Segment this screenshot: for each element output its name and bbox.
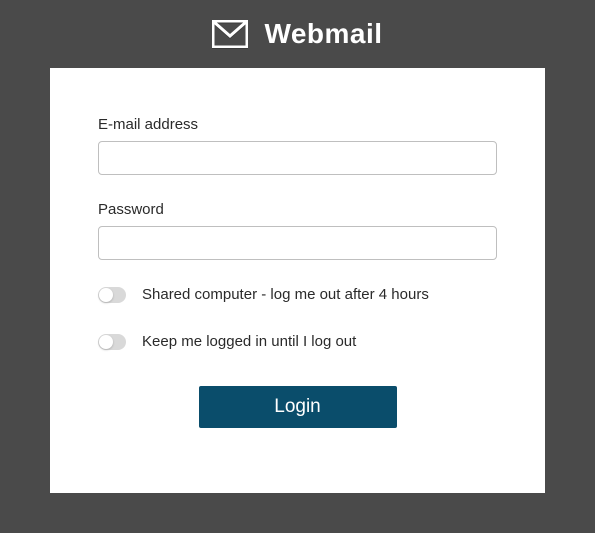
shared-computer-toggle[interactable] <box>98 287 126 303</box>
keep-logged-row: Keep me logged in until I log out <box>98 333 497 350</box>
email-label: E-mail address <box>98 116 497 133</box>
password-input[interactable] <box>98 226 497 260</box>
shared-computer-row: Shared computer - log me out after 4 hou… <box>98 286 497 303</box>
header: Webmail <box>0 0 595 68</box>
button-row: Login <box>98 386 497 428</box>
email-input[interactable] <box>98 141 497 175</box>
app-title: Webmail <box>264 18 382 50</box>
shared-computer-label: Shared computer - log me out after 4 hou… <box>142 286 429 303</box>
login-button[interactable]: Login <box>199 386 397 428</box>
password-label: Password <box>98 201 497 218</box>
toggle-knob <box>99 288 113 302</box>
mail-icon <box>212 20 248 48</box>
email-field-group: E-mail address <box>98 116 497 175</box>
toggle-knob <box>99 335 113 349</box>
login-card: E-mail address Password Shared computer … <box>50 68 545 493</box>
password-field-group: Password <box>98 201 497 260</box>
keep-logged-toggle[interactable] <box>98 334 126 350</box>
keep-logged-label: Keep me logged in until I log out <box>142 333 356 350</box>
